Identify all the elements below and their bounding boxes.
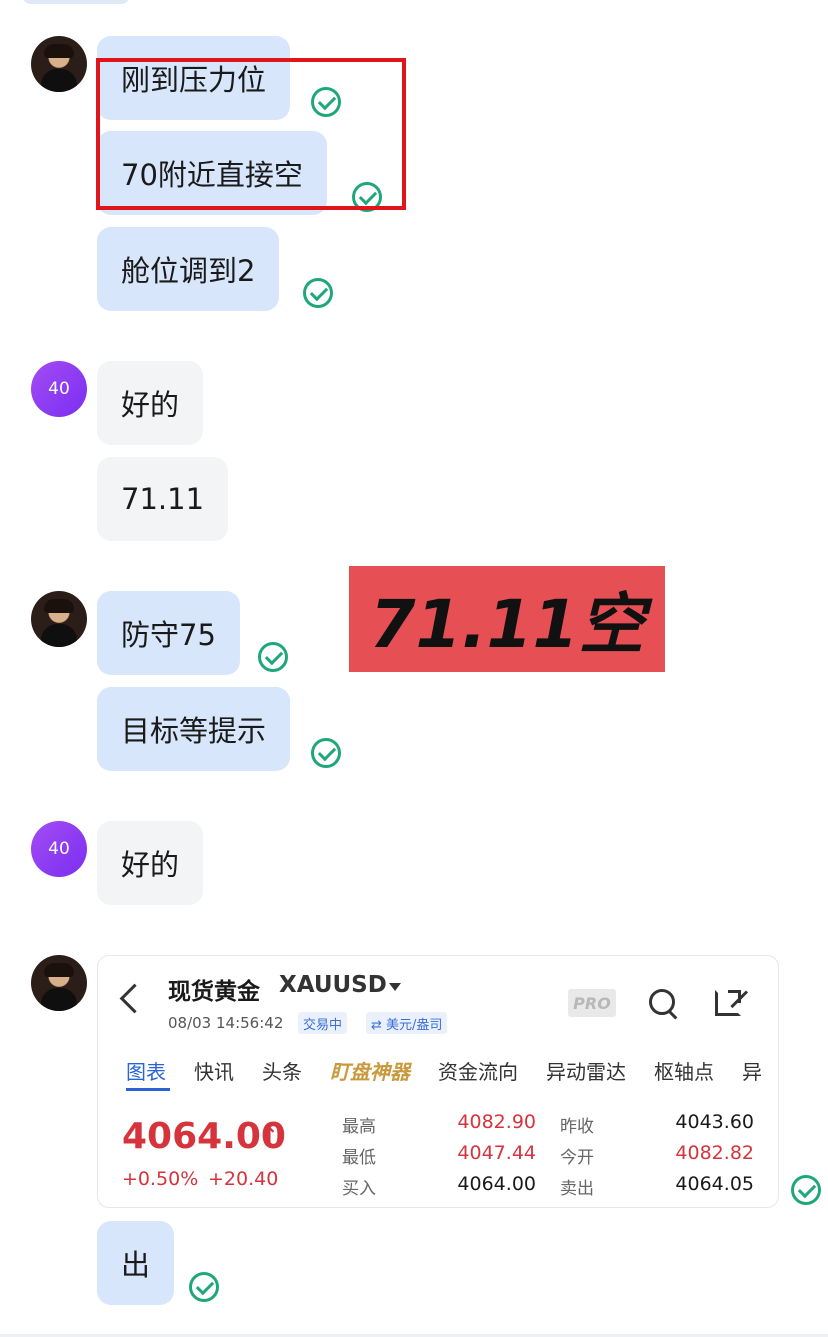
stat-label: 买入: [342, 1179, 376, 1199]
avatar[interactable]: [31, 36, 87, 92]
avatar[interactable]: [31, 591, 87, 647]
avatar[interactable]: 40: [31, 821, 87, 877]
share-icon: [715, 990, 741, 1016]
message-text: 舱位调到2: [121, 254, 256, 288]
tab-more: 异: [742, 1060, 762, 1084]
stat-value: 4064.00: [457, 1173, 536, 1195]
pro-badge: PRO: [568, 989, 616, 1017]
message-text: 71.11: [121, 482, 205, 516]
avatar-number: 40: [48, 379, 70, 399]
avatar-number: 40: [48, 839, 70, 859]
instrument-code: XAUUSD: [279, 972, 387, 998]
stat-value: 4047.44: [457, 1142, 536, 1164]
highlight-box: [96, 58, 406, 210]
up-arrow-icon: ↑: [260, 1124, 279, 1149]
tab-flash: 快讯: [194, 1060, 234, 1084]
avatar[interactable]: [31, 955, 87, 1011]
change-percent: +0.50%: [122, 1168, 199, 1190]
tab-radar: 异动雷达: [546, 1060, 626, 1084]
tab-headlines: 头条: [262, 1060, 302, 1084]
stat-label: 今开: [560, 1148, 594, 1168]
stat-value: 4064.05: [675, 1173, 754, 1195]
tab-pivot: 枢轴点: [654, 1060, 714, 1084]
message-bubble[interactable]: 71.11: [97, 457, 229, 541]
stat-label: 最低: [342, 1148, 376, 1168]
tab-chart: 图表: [126, 1060, 166, 1084]
previous-message-bubble: [22, 0, 130, 4]
message-bubble[interactable]: 防守75: [97, 591, 240, 675]
chevron-down-icon: [389, 983, 401, 991]
stat-value: 4082.90: [457, 1111, 536, 1133]
message-text: 防守75: [121, 618, 216, 652]
read-check-icon: [189, 1272, 219, 1302]
status-badge: 交易中: [298, 1012, 348, 1034]
stat-value: 4043.60: [675, 1111, 754, 1133]
message-bubble[interactable]: 目标等提示: [97, 687, 291, 771]
message-text: 出: [121, 1248, 151, 1282]
read-check-icon: [311, 738, 341, 768]
stat-label: 卖出: [560, 1179, 594, 1199]
stat-label: 最高: [342, 1117, 376, 1137]
read-check-icon: [303, 278, 333, 308]
message-bubble[interactable]: 出: [97, 1221, 175, 1305]
message-text: 好的: [121, 388, 180, 422]
tab-monitor: 盯盘神器: [330, 1060, 410, 1084]
quote-time: 08/03 14:56:42: [168, 1014, 284, 1032]
message-bubble[interactable]: 好的: [97, 361, 204, 445]
message-text: 好的: [121, 848, 180, 882]
quote-screenshot[interactable]: 现货黄金 XAUUSD 08/03 14:56:42 交易中 ⇄ 美元/盎司 P…: [97, 955, 779, 1208]
active-tab-indicator: [126, 1088, 170, 1091]
stat-label: 昨收: [560, 1117, 594, 1137]
search-icon: [649, 989, 675, 1015]
annotation-banner: 71.11空: [349, 566, 665, 672]
message-bubble[interactable]: 好的: [97, 821, 204, 905]
change-amount: +20.40: [208, 1168, 279, 1190]
avatar[interactable]: 40: [31, 361, 87, 417]
message-bubble[interactable]: 舱位调到2: [97, 227, 280, 311]
read-check-icon: [791, 1175, 821, 1205]
stat-value: 4082.82: [675, 1142, 754, 1164]
currency-badge: ⇄ 美元/盎司: [366, 1012, 448, 1034]
back-arrow-icon: [119, 983, 150, 1014]
instrument-name: 现货黄金: [168, 979, 260, 1005]
tab-fund-flow: 资金流向: [438, 1060, 518, 1084]
message-text: 目标等提示: [121, 714, 267, 748]
quote-tabs: 图表 快讯 头条 盯盘神器 资金流向 异动雷达 枢轴点 异: [126, 1056, 778, 1085]
read-check-icon: [258, 642, 288, 672]
